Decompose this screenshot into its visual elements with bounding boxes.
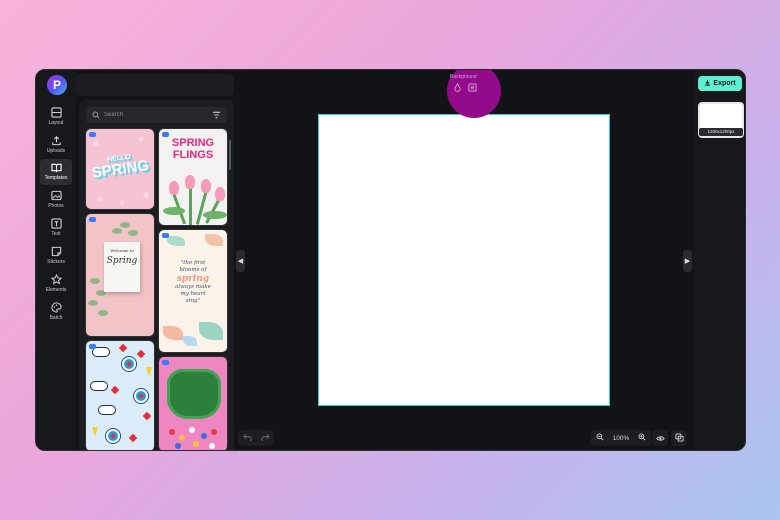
redo-icon[interactable] [260, 433, 270, 443]
sidebar-item-label: Uploads [46, 148, 66, 154]
undo-icon[interactable] [242, 433, 252, 443]
premium-badge-icon [162, 360, 169, 365]
sidebar-item-label: Batch [49, 315, 63, 321]
template-text-line: Welcome to [110, 248, 134, 253]
template-text-line: sing" [185, 298, 201, 304]
template-text-line: "the first [180, 260, 206, 266]
background-tool-label: Background [450, 74, 477, 80]
droplet-icon [453, 82, 461, 94]
sidebar-item-label: Layout [48, 120, 64, 126]
sidebar-item-label: Stickers [47, 259, 65, 265]
template-text-line: always make [175, 284, 211, 290]
preview-button[interactable] [652, 430, 668, 446]
layout-icon [50, 106, 62, 118]
template-card-flower-pattern[interactable] [85, 340, 155, 450]
background-image-button[interactable] [465, 82, 479, 94]
undo-redo-group [238, 430, 274, 446]
copy-icon [674, 429, 684, 447]
premium-badge-icon [89, 132, 96, 137]
sidebar-item-label: Photos [48, 203, 64, 209]
template-text-line: SPRING [171, 137, 215, 149]
template-text-line: Spring [106, 256, 138, 266]
templates-panel: HELLO SPRING SPRING FLINGS [79, 100, 234, 450]
sidebar-rail: P Layout Uploads Templates Photos Text S… [36, 70, 76, 450]
template-card-spring-flings[interactable]: SPRING FLINGS [158, 128, 228, 226]
upload-icon [50, 134, 62, 146]
sidebar-item-elements[interactable]: Elements [40, 271, 72, 297]
sidebar-item-templates[interactable]: Templates [40, 159, 72, 185]
book-icon [50, 161, 62, 173]
premium-badge-icon [89, 217, 96, 222]
template-text-line: spring [176, 274, 210, 284]
sidebar-item-label: Templates [44, 175, 68, 181]
chevron-right-icon: ▶ [684, 258, 691, 265]
canvas-workspace [241, 70, 693, 450]
zoom-controls: 100% [591, 430, 651, 446]
zoom-in-button[interactable] [638, 433, 646, 443]
palette-icon [50, 301, 62, 313]
search-bar [86, 107, 227, 123]
premium-badge-icon [162, 132, 169, 137]
export-button[interactable]: Export [698, 76, 742, 91]
document-title-bar[interactable] [76, 74, 234, 96]
template-card-welcome-spring[interactable]: Welcome to Spring [85, 213, 155, 337]
zoom-out-button[interactable] [596, 433, 604, 443]
image-icon [50, 189, 62, 201]
template-text-line: blooms of [179, 267, 207, 273]
template-card-hello-spring[interactable]: HELLO SPRING [85, 128, 155, 210]
quote-text: "the first blooms of spring always make … [165, 260, 221, 305]
collapse-panel-button[interactable]: ◀ [236, 250, 245, 272]
sidebar-item-label: Elements [45, 287, 67, 293]
sidebar-item-photos[interactable]: Photos [40, 187, 72, 213]
sidebar-item-label: Text [51, 231, 61, 237]
background-color-button[interactable] [450, 82, 464, 94]
sticker-icon [50, 245, 62, 257]
panel-scrollbar[interactable] [229, 140, 231, 170]
app-logo[interactable]: P [47, 75, 67, 95]
export-label: Export [713, 80, 736, 87]
premium-badge-icon [89, 344, 96, 349]
search-icon [92, 106, 100, 124]
filter-icon[interactable] [212, 106, 221, 124]
eye-icon [655, 429, 665, 447]
pattern-icon [467, 82, 477, 94]
zoom-level[interactable]: 100% [613, 435, 630, 442]
chevron-left-icon: ◀ [237, 258, 244, 265]
design-canvas[interactable] [318, 114, 610, 406]
star-icon [50, 273, 62, 285]
download-icon [704, 79, 711, 88]
text-icon [50, 217, 62, 229]
expand-pages-button[interactable]: ▶ [683, 250, 692, 272]
sidebar-item-batch[interactable]: Batch [40, 299, 72, 325]
template-card-first-blooms[interactable]: "the first blooms of spring always make … [158, 229, 228, 353]
duplicate-button[interactable] [671, 430, 687, 446]
sidebar-item-text[interactable]: Text [40, 215, 72, 241]
premium-badge-icon [162, 233, 169, 238]
template-text-line: my heart [180, 291, 206, 297]
sidebar-item-uploads[interactable]: Uploads [40, 132, 72, 158]
template-text-line: FLINGS [172, 149, 214, 161]
template-card-green-blob[interactable] [158, 356, 228, 450]
pages-panel: Export 1200x1200px [693, 70, 745, 450]
page-size-label: 1200x1200px [699, 128, 743, 136]
search-input[interactable] [104, 112, 212, 118]
green-blob-shape [167, 369, 221, 419]
editor-window: P Layout Uploads Templates Photos Text S… [35, 69, 746, 451]
sidebar-item-stickers[interactable]: Stickers [40, 243, 72, 269]
spring-flings-title: SPRING FLINGS [159, 137, 227, 161]
sidebar-item-layout[interactable]: Layout [40, 104, 72, 130]
invitation-card: Welcome to Spring [104, 242, 140, 292]
